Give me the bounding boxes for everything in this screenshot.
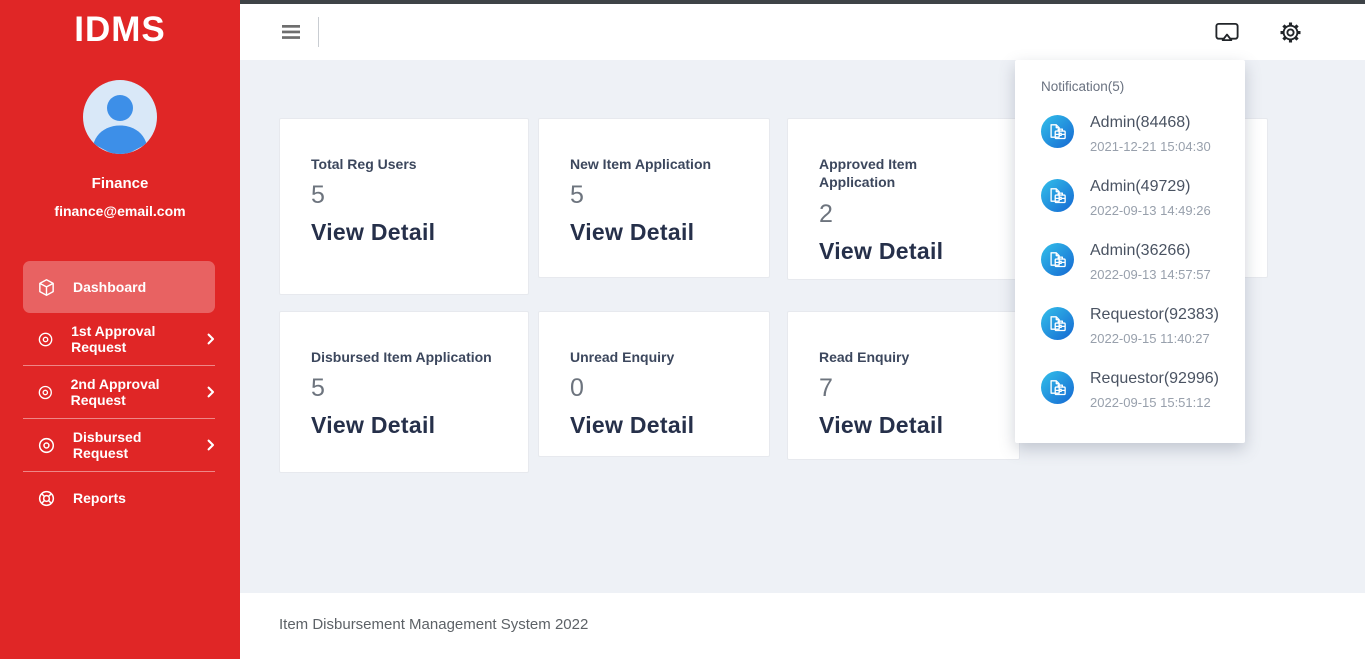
sidebar-item-label: Reports bbox=[73, 490, 126, 506]
card-value: 2 bbox=[819, 199, 833, 228]
briefcase-doc-icon bbox=[1041, 371, 1074, 404]
stat-card-unread-enquiry: Unread Enquiry 0 View Detail bbox=[538, 311, 770, 457]
gear-icon[interactable] bbox=[1278, 20, 1303, 45]
sidebar-item-2nd-approval-request[interactable]: 2nd Approval Request bbox=[23, 366, 215, 418]
menu-icon[interactable] bbox=[282, 25, 300, 39]
view-detail-link[interactable]: View Detail bbox=[311, 219, 435, 246]
briefcase-doc-icon bbox=[1041, 115, 1074, 148]
stat-card-total-reg-users: Total Reg Users 5 View Detail bbox=[279, 118, 529, 295]
notification-item[interactable]: Requestor(92996) 2022-09-15 15:51:12 bbox=[1041, 369, 1229, 411]
view-detail-link[interactable]: View Detail bbox=[570, 412, 694, 439]
notification-item[interactable]: Admin(49729) 2022-09-13 14:49:26 bbox=[1041, 177, 1229, 219]
stat-card-new-item-application: New Item Application 5 View Detail bbox=[538, 118, 770, 278]
notification-panel: Notification(5) Admin(84468) 2021-12-21 … bbox=[1015, 60, 1245, 443]
briefcase-doc-icon bbox=[1041, 307, 1074, 340]
topbar-divider bbox=[318, 17, 319, 47]
notification-title: Requestor(92383) bbox=[1090, 306, 1219, 323]
sidebar-item-label: 2nd Approval Request bbox=[70, 376, 160, 408]
stat-card-disbursed-item-application: Disbursed Item Application 5 View Detail bbox=[279, 311, 529, 473]
cast-icon[interactable] bbox=[1214, 21, 1240, 43]
card-title: Disbursed Item Application bbox=[311, 349, 492, 365]
user-name: Finance bbox=[91, 175, 149, 192]
briefcase-doc-icon bbox=[1041, 243, 1074, 276]
view-detail-link[interactable]: View Detail bbox=[819, 238, 943, 265]
sidebar-item-label: 1st Approval Request bbox=[71, 323, 156, 355]
sidebar-item-label: Disbursed Request bbox=[72, 429, 142, 461]
cube-icon bbox=[39, 278, 54, 296]
sidebar-item-label: Dashboard bbox=[73, 279, 147, 295]
card-title: Total Reg Users bbox=[311, 156, 417, 172]
lifebuoy-icon bbox=[38, 490, 55, 506]
sidebar-nav: Dashboard 1st Approval Request 2nd Appro… bbox=[0, 261, 240, 524]
chevron-right-icon bbox=[207, 386, 215, 398]
card-value: 5 bbox=[311, 181, 325, 210]
sidebar-item-dashboard[interactable]: Dashboard bbox=[23, 261, 215, 313]
topbar bbox=[240, 4, 1365, 60]
notification-item[interactable]: Requestor(92383) 2022-09-15 11:40:27 bbox=[1041, 305, 1229, 347]
stat-card-read-enquiry: Read Enquiry 7 View Detail bbox=[787, 311, 1020, 460]
notification-time: 2021-12-21 15:04:30 bbox=[1090, 139, 1211, 154]
avatar bbox=[83, 80, 157, 154]
card-value: 7 bbox=[819, 374, 833, 403]
card-title: New Item Application bbox=[570, 156, 712, 172]
notification-time: 2022-09-15 11:40:27 bbox=[1090, 331, 1210, 346]
card-value: 5 bbox=[311, 374, 325, 403]
circle-dot-icon bbox=[38, 385, 52, 399]
circle-dot-icon bbox=[38, 332, 53, 346]
briefcase-doc-icon bbox=[1041, 179, 1074, 212]
page: IDMS Finance finance@email.com Dashboard… bbox=[0, 0, 1365, 659]
notification-item[interactable]: Admin(36266) 2022-09-13 14:57:57 bbox=[1041, 241, 1229, 283]
card-title: Unread Enquiry bbox=[570, 349, 675, 365]
card-value: 5 bbox=[570, 181, 584, 210]
view-detail-link[interactable]: View Detail bbox=[819, 412, 943, 439]
card-title: Approved Item Application bbox=[819, 156, 918, 191]
sidebar-item-reports[interactable]: Reports bbox=[23, 472, 215, 524]
footer: Item Disbursement Management System 2022 bbox=[240, 593, 1365, 659]
sidebar-item-1st-approval-request[interactable]: 1st Approval Request bbox=[23, 313, 215, 365]
card-value: 0 bbox=[570, 374, 584, 403]
notification-title: Requestor(92996) bbox=[1090, 370, 1219, 387]
chevron-right-icon bbox=[207, 439, 215, 451]
sidebar: IDMS Finance finance@email.com Dashboard… bbox=[0, 0, 240, 659]
notification-time: 2022-09-13 14:57:57 bbox=[1090, 267, 1211, 282]
notification-header: Notification(5) bbox=[1041, 79, 1125, 94]
notification-title: Admin(36266) bbox=[1090, 242, 1191, 259]
notification-title: Admin(84468) bbox=[1090, 114, 1191, 131]
notification-item[interactable]: Admin(84468) 2021-12-21 15:04:30 bbox=[1041, 113, 1229, 155]
notification-time: 2022-09-13 14:49:26 bbox=[1090, 203, 1211, 218]
circle-dot-icon bbox=[38, 437, 55, 453]
stat-card-approved-item-application: Approved Item Application 2 View Detail bbox=[787, 118, 1020, 280]
view-detail-link[interactable]: View Detail bbox=[570, 219, 694, 246]
card-title: Read Enquiry bbox=[819, 349, 910, 365]
sidebar-item-disbursed-request[interactable]: Disbursed Request bbox=[23, 419, 215, 471]
view-detail-link[interactable]: View Detail bbox=[311, 412, 435, 439]
chevron-right-icon bbox=[207, 333, 215, 345]
notification-title: Admin(49729) bbox=[1090, 178, 1191, 195]
user-email: finance@email.com bbox=[54, 203, 186, 219]
person-icon bbox=[83, 80, 157, 154]
app-logo: IDMS bbox=[74, 10, 166, 49]
notification-time: 2022-09-15 15:51:12 bbox=[1090, 395, 1211, 410]
user-profile: Finance finance@email.com bbox=[0, 80, 240, 219]
footer-text: Item Disbursement Management System 2022 bbox=[279, 616, 589, 633]
